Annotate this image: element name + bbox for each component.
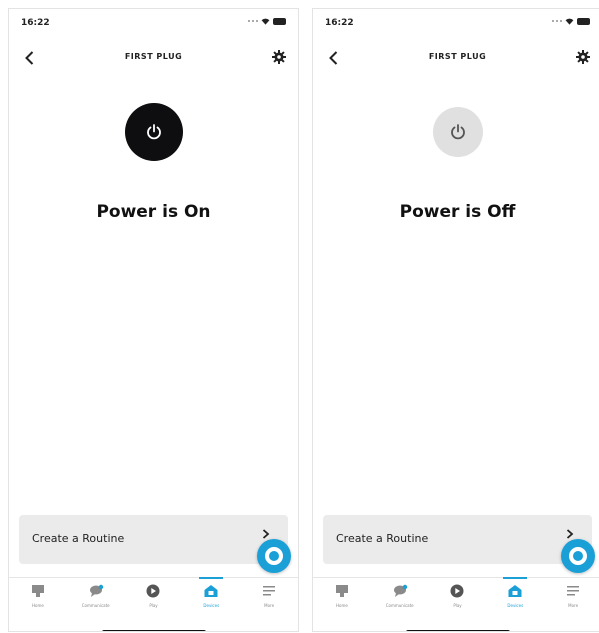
tab-home[interactable]: Home: [9, 578, 67, 621]
status-icons: [552, 18, 590, 25]
status-bar: 16:22: [9, 9, 298, 37]
status-bar: 16:22: [313, 9, 599, 37]
routine-label: Create a Routine: [32, 532, 125, 545]
signal-icon: [248, 20, 258, 23]
devices-icon: [204, 585, 218, 597]
status-icons: [248, 18, 286, 25]
chevron-right-icon: [262, 529, 270, 539]
status-time: 16:22: [325, 18, 354, 28]
tab-home[interactable]: Home: [313, 578, 371, 621]
tab-bar: Home Communicate Play Devices More: [9, 577, 298, 621]
tab-label: Home: [31, 603, 44, 608]
battery-icon: [577, 18, 590, 25]
tab-more[interactable]: More: [544, 578, 599, 621]
routine-label: Create a Routine: [336, 532, 429, 545]
chat-icon: [89, 584, 103, 597]
alexa-button[interactable]: [257, 539, 291, 573]
signal-icon: [552, 20, 562, 23]
tab-label: More: [264, 603, 275, 608]
alexa-icon: [265, 547, 283, 565]
screen-power-off: 16:22 FIRST PLUG Power is Off Create a R…: [312, 8, 599, 632]
tab-devices[interactable]: Devices: [486, 578, 544, 621]
tab-label: More: [568, 603, 579, 608]
power-toggle-button[interactable]: [124, 103, 183, 161]
status-time: 16:22: [21, 18, 50, 28]
screen-power-on: 16:22 FIRST PLUG Power is On Create a Ro…: [8, 8, 299, 632]
home-indicator: [405, 630, 510, 631]
settings-button[interactable]: [574, 48, 592, 66]
alexa-button[interactable]: [561, 539, 595, 573]
tab-play[interactable]: Play: [125, 578, 183, 621]
tab-label: Communicate: [81, 603, 110, 608]
power-status-text: Power is On: [96, 202, 211, 222]
alexa-icon: [569, 547, 587, 565]
create-routine-button[interactable]: Create a Routine: [323, 515, 592, 564]
nav-bar: FIRST PLUG: [313, 45, 599, 71]
create-routine-button[interactable]: Create a Routine: [19, 515, 288, 564]
tab-label: Home: [335, 603, 348, 608]
home-indicator: [101, 630, 206, 631]
tab-play[interactable]: Play: [429, 578, 487, 621]
power-toggle-button[interactable]: [432, 107, 483, 157]
chat-icon: [393, 584, 407, 597]
chevron-right-icon: [566, 529, 574, 539]
gear-icon: [272, 50, 286, 64]
tab-label: Play: [453, 603, 462, 608]
menu-icon: [263, 586, 276, 596]
settings-button[interactable]: [270, 48, 288, 66]
tab-communicate[interactable]: Communicate: [67, 578, 125, 621]
tab-label: Play: [149, 603, 158, 608]
play-icon: [450, 584, 464, 598]
home-icon: [31, 585, 44, 597]
tab-bar: Home Communicate Play Devices More: [313, 577, 599, 621]
tab-label: Devices: [507, 603, 524, 608]
tab-devices[interactable]: Devices: [182, 578, 240, 621]
play-icon: [146, 584, 160, 598]
tab-label: Devices: [203, 603, 220, 608]
screen-title: FIRST PLUG: [124, 52, 183, 61]
battery-icon: [273, 18, 286, 25]
power-status-text: Power is Off: [399, 202, 516, 222]
tab-communicate[interactable]: Communicate: [371, 578, 429, 621]
wifi-icon: [565, 18, 574, 25]
devices-icon: [508, 585, 522, 597]
wifi-icon: [261, 18, 270, 25]
screen-title: FIRST PLUG: [428, 52, 487, 61]
tab-label: Communicate: [385, 603, 414, 608]
power-icon: [450, 124, 465, 140]
nav-bar: FIRST PLUG: [9, 45, 298, 71]
power-icon: [146, 124, 161, 140]
menu-icon: [567, 586, 580, 596]
home-icon: [335, 585, 348, 597]
tab-more[interactable]: More: [240, 578, 298, 621]
gear-icon: [576, 50, 590, 64]
